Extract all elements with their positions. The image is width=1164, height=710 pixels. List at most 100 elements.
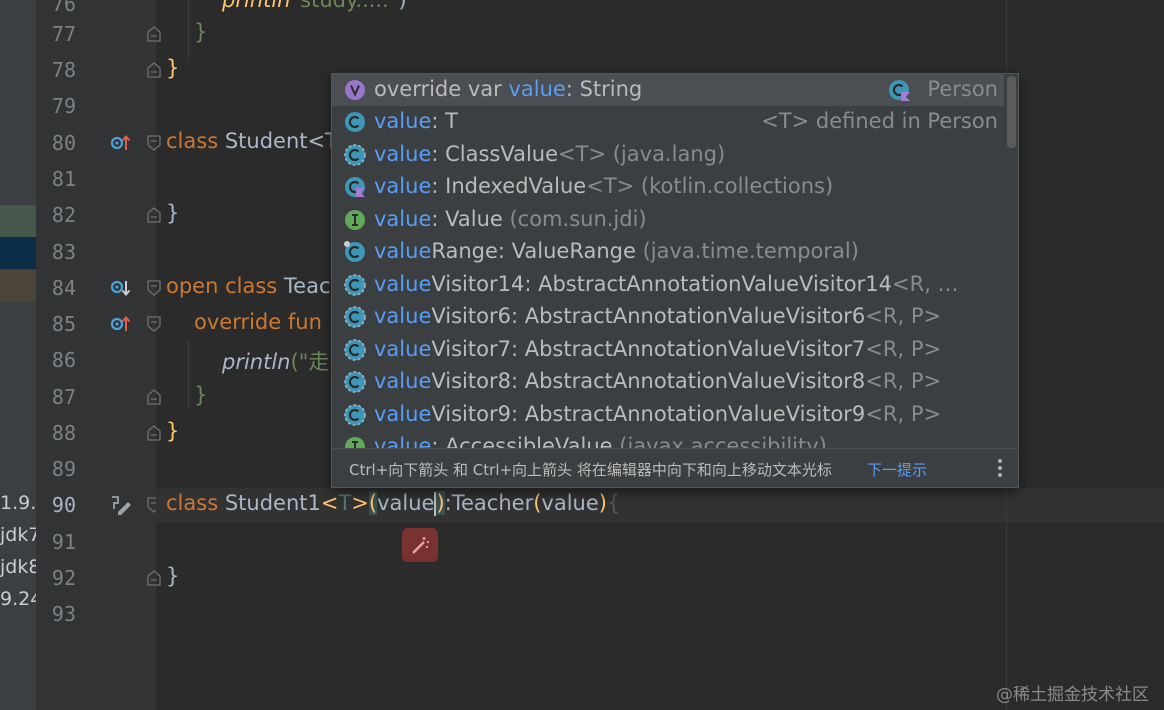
code-identifier: Student<T [218,129,338,153]
completion-hint: Ctrl+向下箭头 和 Ctrl+向上箭头 将在编辑器中向下和向上移动文本光标 [349,461,832,479]
code-line-87[interactable]: } [194,383,207,407]
panel-item[interactable]: jdk7 [0,524,40,546]
overrides-up-icon[interactable] [110,132,132,154]
completion-package: <T> (kotlin.collections) [586,174,834,198]
fold-start-icon[interactable] [147,316,161,332]
completion-package: (java.time.temporal) [642,239,859,263]
completion-item[interactable]: valueVisitor7: AbstractAnnotationValueVi… [332,334,1004,366]
code-line-82[interactable]: } [166,201,179,225]
completion-item[interactable]: value: Value (com.sun.jdi) [332,204,1004,236]
completion-package: <T> (java.lang) [558,142,726,166]
completion-item[interactable]: value: AccessibleValue (javax.accessibil… [332,431,1004,448]
completion-generics: <R, … [892,272,959,296]
fold-end-icon[interactable] [147,570,161,586]
completion-generics: <R, P> [865,402,942,426]
line-number: 84 [51,276,76,300]
fold-end-icon[interactable] [147,389,161,405]
code-punct: : [444,491,452,515]
completion-type: : ClassValue [431,142,559,166]
code-brace: } [166,56,180,80]
code-brace: } [166,564,180,588]
code-keyword: class [225,274,278,298]
completion-item[interactable]: valueVisitor6: AbstractAnnotationValueVi… [332,301,1004,333]
code-string: ("走 [290,350,330,374]
completion-type: Visitor14: AbstractAnnotationValueVisito… [431,272,893,296]
overrides-up-icon[interactable] [110,313,132,335]
quick-fix-button[interactable] [402,528,438,562]
fold-start-icon[interactable] [147,280,161,296]
fold-end-icon[interactable] [147,26,161,42]
code-line-84[interactable]: open class Teac [166,274,331,298]
code-line-77[interactable]: } [194,20,207,44]
panel-row-highlight [0,205,36,237]
abstract-class-icon [344,274,366,296]
code-completion-popup[interactable]: override var value: String Person value:… [331,73,1019,488]
code-brace: } [194,383,208,407]
completion-item[interactable]: value: IndexedValue<T> (kotlin.collectio… [332,171,1004,203]
next-tip-link[interactable]: 下一提示 [867,459,927,480]
final-class-icon [344,241,365,262]
code-line-76[interactable]: println"study.....") [222,0,407,12]
code-type-param: T [338,491,352,515]
code-brace: } [166,201,180,225]
line-number: 93 [51,602,76,626]
code-line-80[interactable]: class Student<T [166,129,338,153]
code-keyword: fun [287,310,322,334]
completion-item[interactable]: value: T <T> defined in Person [332,106,1004,138]
code-function: println [222,0,291,12]
completion-type: Range: ValueRange [431,239,643,263]
completion-list[interactable]: override var value: String Person value:… [332,74,1004,448]
completion-match: value [508,77,566,101]
completion-item[interactable]: value: ClassValue<T> (java.lang) [332,139,1004,171]
completion-type: : IndexedValue [431,174,587,198]
line-number: 85 [51,312,76,336]
line-number: 78 [51,58,76,82]
panel-item[interactable]: jdk8 [0,556,40,578]
code-line-92[interactable]: } [166,564,179,588]
completion-match: value [374,272,432,296]
fold-end-icon[interactable] [147,207,161,223]
code-line-85[interactable]: override fun [194,310,329,334]
line-number: 77 [51,22,76,46]
fold-start-icon[interactable] [147,135,161,151]
code-line-90[interactable]: class Student1<T>(value):Teacher(value){ [166,491,620,516]
code-line-86[interactable]: println("走 [222,346,329,376]
completion-scrollbar[interactable] [1007,76,1016,148]
edit-pencil-icon[interactable] [110,494,132,516]
completion-item[interactable]: valueVisitor9: AbstractAnnotationValueVi… [332,399,1004,431]
code-line-78[interactable]: } [166,56,179,80]
line-number: 87 [51,385,76,409]
code-param: value [377,491,435,515]
code-keyword: open [166,274,219,298]
code-identifier: Student1 [218,491,321,515]
completion-type: Visitor6: AbstractAnnotationValueVisitor… [431,304,866,328]
implemented-down-icon[interactable] [110,277,132,299]
completion-match: value [374,434,432,448]
code-paren: ( [368,491,378,515]
interface-icon [345,210,365,230]
code-punct: < [320,491,339,515]
code-punct: ) [398,0,407,12]
completion-item[interactable]: valueVisitor8: AbstractAnnotationValueVi… [332,366,1004,398]
abstract-class-icon [344,371,366,393]
code-identifier: Teac [277,274,331,298]
fold-end-icon[interactable] [147,62,161,78]
line-number: 91 [51,530,76,554]
completion-type: Visitor8: AbstractAnnotationValueVisitor… [431,369,866,393]
indent-guide [188,340,189,408]
completion-match: value [374,109,432,133]
completion-item[interactable]: valueRange: ValueRange (java.time.tempor… [332,236,1004,268]
code-brace: } [194,20,208,44]
more-options-icon[interactable] [996,457,1004,479]
completion-item[interactable]: override var value: String Person [332,74,1004,106]
code-brace: { [607,491,621,515]
fold-end-icon[interactable] [147,425,161,441]
completion-item[interactable]: valueVisitor14: AbstractAnnotationValueV… [332,269,1004,301]
abstract-class-icon [344,144,366,166]
code-param: value [541,491,599,515]
watermark: @稀土掘金技术社区 [996,685,1149,705]
code-line-88[interactable]: } [166,419,179,443]
magic-wand-icon [412,537,429,554]
code-brace: } [166,419,180,443]
line-number: 88 [51,421,76,445]
